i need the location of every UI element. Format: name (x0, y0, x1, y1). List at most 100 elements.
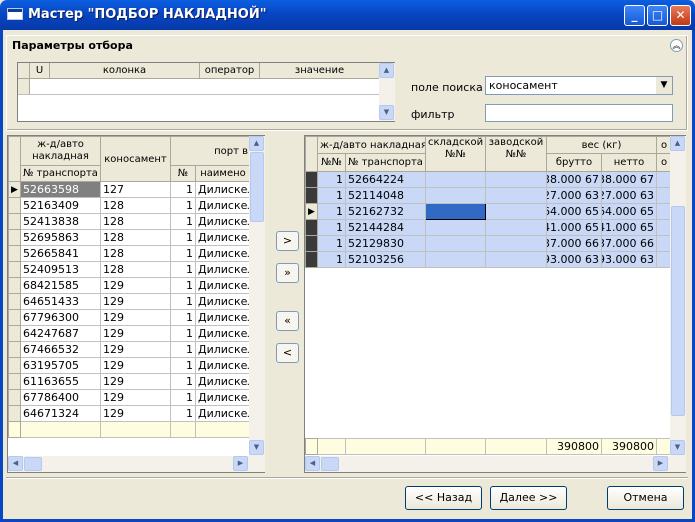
port-num-cell[interactable]: 1 (170, 261, 196, 278)
col-header-gross[interactable]: брутто (546, 153, 602, 172)
scroll-left-icon[interactable]: ◀ (8, 456, 23, 471)
port-num-cell[interactable]: 1 (170, 181, 196, 198)
bill-cell[interactable]: 129 (100, 357, 171, 374)
num-cell[interactable]: 1 (317, 251, 346, 268)
table-row[interactable]: 67466532 129 1 Дилискел (8, 341, 251, 358)
num-cell[interactable]: 1 (317, 203, 346, 220)
net-cell[interactable]: 65 441.000 (600, 219, 658, 236)
storage-cell[interactable] (425, 203, 486, 220)
col-header-column[interactable]: колонка (50, 63, 200, 79)
bill-cell[interactable]: 129 (100, 373, 171, 390)
col-header-num[interactable]: №№ (317, 153, 346, 172)
transport-no-cell[interactable]: 67466532 (20, 341, 101, 358)
right-horizontal-scrollbar[interactable]: ◀ ▶ (305, 456, 686, 472)
port-name-cell[interactable]: Дилискел (195, 309, 251, 326)
scroll-thumb[interactable] (250, 152, 264, 222)
port-name-cell[interactable]: Дилискел (195, 325, 251, 342)
transport-no-cell[interactable]: 63195705 (20, 357, 101, 374)
factory-cell[interactable] (485, 251, 547, 268)
gross-cell[interactable]: 65 441.000 (546, 219, 602, 236)
table-row[interactable]: 52163409 128 1 Дилискел (8, 197, 251, 214)
table-row[interactable]: 152144284 65 441.00065 441.000 (305, 219, 673, 236)
maximize-button[interactable]: □ (647, 5, 668, 26)
transport-no-cell[interactable]: 68421585 (20, 277, 101, 294)
port-num-cell[interactable]: 1 (170, 389, 196, 406)
chevron-down-icon[interactable]: ▼ (656, 77, 672, 94)
table-row[interactable]: 61163655 129 1 Дилискел (8, 373, 251, 390)
port-num-cell[interactable]: 1 (170, 245, 196, 262)
add-selected-button[interactable]: > (276, 231, 299, 251)
transport-no-cell[interactable]: 61163655 (20, 373, 101, 390)
port-name-cell[interactable]: Дилискел (195, 357, 251, 374)
close-button[interactable]: ✕ (670, 5, 691, 26)
col-header-u[interactable]: U (30, 63, 50, 79)
bill-cell[interactable]: 129 (100, 277, 171, 294)
filter-input[interactable] (485, 104, 673, 122)
selected-waybills-grid[interactable]: ж-д/авто накладная складской №№ заводско… (304, 135, 686, 473)
table-row[interactable]: 152664224 67 338.00067 338.000 (305, 171, 673, 188)
port-num-cell[interactable]: 1 (170, 213, 196, 230)
bill-cell[interactable]: 129 (100, 405, 171, 422)
table-row[interactable]: 52409513 128 1 Дилискел (8, 261, 251, 278)
port-num-cell[interactable]: 1 (170, 229, 196, 246)
add-all-button[interactable]: » (276, 263, 299, 283)
gross-cell[interactable]: 63 127.000 (546, 187, 602, 204)
filter-row[interactable] (18, 79, 380, 95)
col-header-factory[interactable]: заводской №№ (485, 136, 547, 172)
port-num-cell[interactable]: 1 (170, 277, 196, 294)
storage-cell[interactable] (425, 251, 486, 268)
table-row[interactable]: 52413838 128 1 Дилискел (8, 213, 251, 230)
transport-no-cell[interactable]: 52409513 (20, 261, 101, 278)
bill-cell[interactable]: 127 (100, 181, 171, 198)
port-name-cell[interactable]: Дилискел (195, 181, 251, 198)
table-row[interactable]: 67796300 129 1 Дилискел (8, 309, 251, 326)
port-name-cell[interactable]: Дилискел (195, 389, 251, 406)
port-name-cell[interactable]: Дилискел (195, 341, 251, 358)
transport-no-cell[interactable]: 52114048 (345, 187, 426, 204)
storage-cell[interactable] (425, 171, 486, 188)
scroll-down-icon[interactable]: ▼ (249, 440, 264, 455)
bill-cell[interactable]: 129 (100, 389, 171, 406)
scroll-up-icon[interactable]: ▲ (670, 136, 685, 151)
net-cell[interactable]: 63 093.000 (600, 251, 658, 268)
bill-cell[interactable]: 129 (100, 325, 171, 342)
table-row[interactable]: 64651433 129 1 Дилискел (8, 293, 251, 310)
factory-cell[interactable] (485, 171, 547, 188)
transport-no-cell[interactable]: 67796300 (20, 309, 101, 326)
net-cell[interactable]: 65 264.000 (600, 203, 658, 220)
filter-grid-scrollbar[interactable]: ▲ ▼ (379, 63, 395, 121)
available-waybills-grid[interactable]: ж-д/авто накладная коносамент порт в № т… (7, 135, 265, 473)
port-num-cell[interactable]: 1 (170, 325, 196, 342)
transport-no-cell[interactable]: 52103256 (345, 251, 426, 268)
col-header-weight[interactable]: вес (кг) (545, 136, 658, 154)
port-name-cell[interactable]: Дилискел (195, 373, 251, 390)
transport-no-cell[interactable]: 64651433 (20, 293, 101, 310)
transport-no-cell[interactable]: 52129830 (345, 235, 426, 252)
scroll-left-icon[interactable]: ◀ (305, 456, 320, 471)
col-header-transport-no[interactable]: № транспорта (345, 153, 426, 172)
search-field-select[interactable]: коносамент ▼ (485, 76, 673, 95)
port-num-cell[interactable]: 1 (170, 405, 196, 422)
bill-cell[interactable]: 129 (100, 293, 171, 310)
back-button[interactable]: << Назад (405, 486, 482, 510)
transport-no-cell[interactable]: 52663598 (20, 181, 101, 198)
col-header-value[interactable]: значение (260, 63, 380, 79)
left-vertical-scrollbar[interactable]: ▲ ▼ (249, 136, 265, 456)
table-row[interactable]: 152103256 63 093.00063 093.000 (305, 251, 673, 268)
gross-cell[interactable]: 67 338.000 (546, 171, 602, 188)
bill-cell[interactable]: 128 (100, 229, 171, 246)
storage-cell[interactable] (425, 235, 486, 252)
bill-cell[interactable]: 128 (100, 245, 171, 262)
num-cell[interactable]: 1 (317, 219, 346, 236)
num-cell[interactable]: 1 (317, 171, 346, 188)
factory-cell[interactable] (485, 187, 547, 204)
port-name-cell[interactable]: Дилискел (195, 229, 251, 246)
transport-no-cell[interactable]: 52162732 (345, 203, 426, 220)
port-num-cell[interactable]: 1 (170, 341, 196, 358)
bill-cell[interactable]: 128 (100, 197, 171, 214)
col-header-bill[interactable]: коносамент (100, 136, 171, 182)
transport-no-cell[interactable]: 52163409 (20, 197, 101, 214)
scroll-down-icon[interactable]: ▼ (670, 440, 685, 455)
right-vertical-scrollbar[interactable]: ▲ ▼ (670, 136, 686, 456)
port-num-cell[interactable]: 1 (170, 373, 196, 390)
